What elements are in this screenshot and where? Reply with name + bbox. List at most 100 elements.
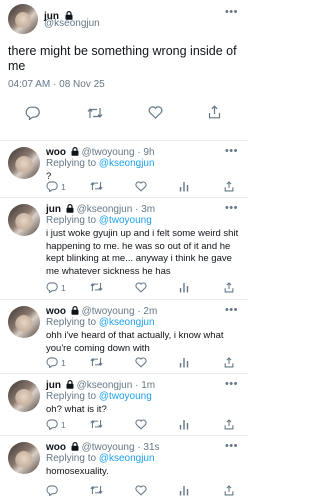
more-icon[interactable]: ••• xyxy=(225,202,238,214)
reply-actions: 1 xyxy=(46,419,236,433)
like-button[interactable] xyxy=(135,485,147,496)
like-button[interactable] xyxy=(135,282,147,293)
replying-to: Replying to @twoyoung xyxy=(46,391,152,402)
reply-tweet[interactable]: woo @twoyoung · 2m Replying to @kseongju… xyxy=(0,300,248,374)
reply-actions: 1 xyxy=(46,357,236,371)
author-handle[interactable]: @twoyoung xyxy=(82,147,135,158)
tweet-actions xyxy=(0,104,248,122)
share-button[interactable] xyxy=(224,282,234,293)
share-icon[interactable] xyxy=(224,357,234,368)
analytics-icon[interactable] xyxy=(179,282,189,293)
avatar[interactable] xyxy=(8,4,38,34)
avatar[interactable] xyxy=(8,306,40,338)
analytics-icon[interactable] xyxy=(179,357,189,368)
share-icon[interactable] xyxy=(208,105,221,119)
author-handle[interactable]: @kseongjun xyxy=(44,18,100,29)
analytics-button[interactable] xyxy=(179,419,189,430)
more-icon[interactable]: ••• xyxy=(225,440,238,452)
author-name[interactable]: woo xyxy=(46,442,66,453)
author-name[interactable]: woo xyxy=(46,306,66,317)
share-icon[interactable] xyxy=(224,181,234,192)
reply-header: woo @twoyoung · 9h xyxy=(46,147,155,158)
reply-button[interactable] xyxy=(46,485,58,496)
avatar[interactable] xyxy=(8,442,40,474)
more-icon[interactable]: ••• xyxy=(225,6,238,18)
retweet-button[interactable] xyxy=(90,419,103,429)
reply-icon[interactable] xyxy=(25,106,40,120)
author-handle[interactable]: @twoyoung xyxy=(82,306,135,317)
like-button[interactable] xyxy=(135,181,147,192)
reply-icon[interactable] xyxy=(46,282,58,293)
reply-time: · 9h xyxy=(137,147,155,158)
tweet-timestamp[interactable]: 04:07 AM · 08 Nov 25 xyxy=(8,79,105,90)
replying-to-handle[interactable]: @kseongjun xyxy=(99,453,155,464)
replying-to-handle[interactable]: @twoyoung xyxy=(99,215,152,226)
reply-icon[interactable] xyxy=(46,181,58,192)
author-handle[interactable]: @kseongjun xyxy=(77,204,133,215)
retweet-button[interactable] xyxy=(90,181,103,191)
analytics-button[interactable] xyxy=(179,181,189,192)
share-button[interactable] xyxy=(224,485,234,496)
like-button[interactable] xyxy=(135,357,147,368)
like-icon[interactable] xyxy=(135,282,147,293)
main-tweet: jun @kseongjun ••• there might be someth… xyxy=(0,0,248,141)
retweet-button[interactable] xyxy=(90,282,103,292)
retweet-icon[interactable] xyxy=(90,181,103,191)
replying-to-handle[interactable]: @twoyoung xyxy=(99,391,152,402)
like-icon[interactable] xyxy=(135,485,147,496)
share-button[interactable] xyxy=(224,357,234,368)
reply-tweet[interactable]: jun @kseongjun · 1m Replying to @twoyoun… xyxy=(0,374,248,436)
avatar[interactable] xyxy=(8,204,40,236)
analytics-button[interactable] xyxy=(179,282,189,293)
lock-icon xyxy=(66,380,74,389)
reply-icon[interactable] xyxy=(46,485,58,496)
reply-header: woo @twoyoung · 31s xyxy=(46,442,160,453)
like-button[interactable] xyxy=(135,419,147,430)
replying-to-handle[interactable]: @kseongjun xyxy=(99,317,155,328)
avatar[interactable] xyxy=(8,380,40,412)
like-icon[interactable] xyxy=(135,181,147,192)
analytics-icon[interactable] xyxy=(179,485,189,496)
reply-header: jun @kseongjun · 1m xyxy=(46,380,155,391)
share-button[interactable] xyxy=(224,181,234,192)
analytics-icon[interactable] xyxy=(179,419,189,430)
share-icon[interactable] xyxy=(224,419,234,430)
author-name[interactable]: woo xyxy=(46,147,66,158)
reply-button[interactable]: 1 xyxy=(46,282,66,293)
reply-icon[interactable] xyxy=(46,357,58,368)
like-icon[interactable] xyxy=(135,419,147,430)
like-icon[interactable] xyxy=(135,357,147,368)
reply-button[interactable]: 1 xyxy=(46,419,66,430)
reply-count: 1 xyxy=(61,357,66,368)
retweet-icon[interactable] xyxy=(90,419,103,429)
author-name[interactable]: jun xyxy=(46,204,61,215)
retweet-icon[interactable] xyxy=(90,485,103,495)
share-icon[interactable] xyxy=(224,282,234,293)
reply-button[interactable]: 1 xyxy=(46,181,66,192)
more-icon[interactable]: ••• xyxy=(225,378,238,390)
author-handle[interactable]: @twoyoung xyxy=(82,442,135,453)
reply-tweet[interactable]: woo @twoyoung · 9h Replying to @kseongju… xyxy=(0,141,248,198)
reply-tweet[interactable]: woo @twoyoung · 31s Replying to @kseongj… xyxy=(0,436,248,500)
more-icon[interactable]: ••• xyxy=(225,304,238,316)
retweet-icon[interactable] xyxy=(90,282,103,292)
retweet-icon[interactable] xyxy=(87,107,103,119)
analytics-button[interactable] xyxy=(179,357,189,368)
share-button[interactable] xyxy=(224,419,234,430)
reply-count: 1 xyxy=(61,282,66,293)
author-handle[interactable]: @kseongjun xyxy=(77,380,133,391)
retweet-icon[interactable] xyxy=(90,357,103,367)
reply-button[interactable]: 1 xyxy=(46,357,66,368)
share-icon[interactable] xyxy=(224,485,234,496)
reply-tweet[interactable]: jun @kseongjun · 3m Replying to @twoyoun… xyxy=(0,198,248,300)
avatar[interactable] xyxy=(8,147,40,179)
replying-to-handle[interactable]: @kseongjun xyxy=(99,158,155,169)
retweet-button[interactable] xyxy=(90,357,103,367)
retweet-button[interactable] xyxy=(90,485,103,495)
analytics-icon[interactable] xyxy=(179,181,189,192)
analytics-button[interactable] xyxy=(179,485,189,496)
reply-icon[interactable] xyxy=(46,419,58,430)
more-icon[interactable]: ••• xyxy=(225,145,238,157)
like-icon[interactable] xyxy=(148,106,163,119)
author-name[interactable]: jun xyxy=(46,380,61,391)
